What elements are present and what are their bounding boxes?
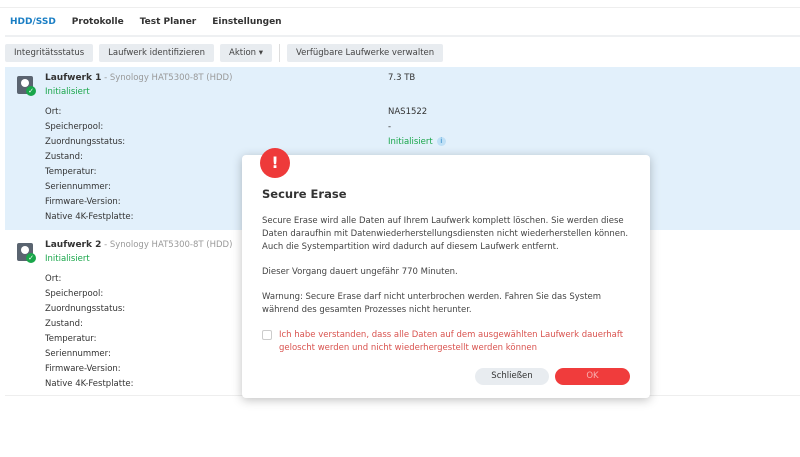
top-divider [0,7,800,8]
tab-hdd-ssd[interactable]: HDD/SSD [10,17,56,33]
toolbar-separator [279,44,281,62]
tab-bar: HDD/SSD Protokolle Test Planer Einstellu… [10,17,282,33]
tab-einstellungen[interactable]: Einstellungen [212,17,281,33]
confirm-checkbox[interactable] [262,330,272,340]
action-dropdown-button[interactable]: Aktion ▾ [220,44,273,62]
manage-drives-button[interactable]: Verfügbare Laufwerke verwalten [287,44,444,62]
secure-erase-dialog: ! Secure Erase Secure Erase wird alle Da… [242,148,650,398]
alert-icon: ! [260,148,290,178]
drive-model: - Synology HAT5300-8T (HDD) [101,240,233,250]
hdd-icon: ✓ [17,76,36,96]
close-button[interactable]: Schließen [475,368,549,385]
drive-status: Initialisiert [45,87,90,97]
dialog-title: Secure Erase [262,187,347,201]
integrity-status-button[interactable]: Integritätsstatus [5,44,94,62]
drive-size: 7.3 TB [388,73,416,83]
value-location: NAS1522 [388,107,428,117]
check-icon: ✓ [26,86,36,96]
label-location: Ort: [45,107,62,117]
drive-name: Laufwerk 2 [45,240,102,250]
drive-model: - Synology HAT5300-8T (HDD) [101,73,233,83]
label-pool: Speicherpool: [45,122,104,132]
identify-drive-button[interactable]: Laufwerk identifizieren [99,44,215,62]
tab-divider [5,35,800,37]
tab-test-planer[interactable]: Test Planer [140,17,197,33]
info-icon[interactable]: i [436,137,446,146]
drive-name: Laufwerk 1 [45,73,102,83]
value-assignment: Initialisiert [388,137,433,147]
toolbar: Integritätsstatus Laufwerk identifiziere… [5,44,444,62]
label-assignment: Zuordnungsstatus: [45,137,126,147]
confirm-label[interactable]: Ich habe verstanden, dass alle Daten auf… [279,329,630,355]
check-icon: ✓ [26,253,36,263]
ok-button[interactable]: OK [555,368,630,385]
dialog-description: Secure Erase wird alle Daten auf Ihrem L… [262,216,629,252]
value-pool: - [388,122,392,132]
dialog-duration: Dieser Vorgang dauert ungefähr 770 Minut… [262,267,458,277]
dialog-warning: Warnung: Secure Erase darf nicht unterbr… [262,292,602,315]
tab-protokolle[interactable]: Protokolle [72,17,124,33]
hdd-icon: ✓ [17,243,36,263]
